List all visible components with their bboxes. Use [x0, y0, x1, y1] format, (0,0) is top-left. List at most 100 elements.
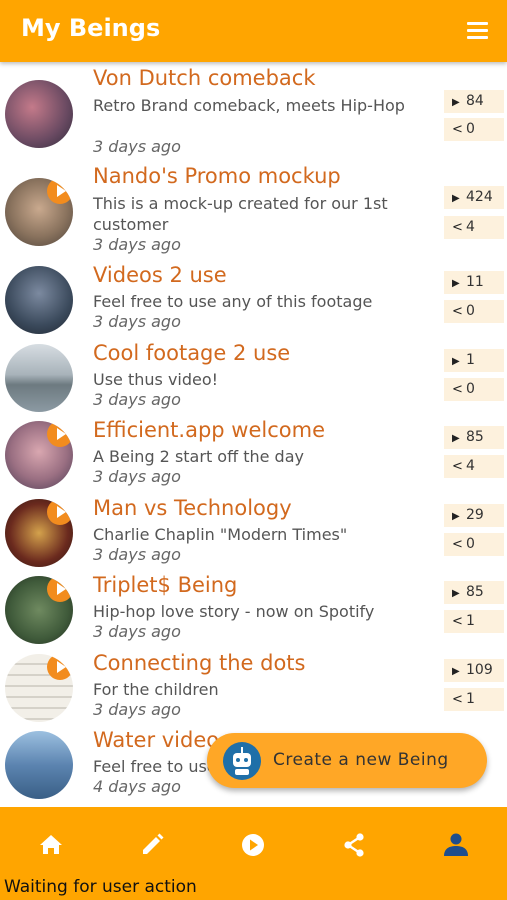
being-time: 3 days ago: [93, 235, 181, 254]
being-thumbnail: [5, 266, 73, 334]
views-count: ▶ 29: [444, 504, 504, 527]
being-time: 3 days ago: [93, 137, 181, 156]
being-row[interactable]: Triplet$ Being Hip-hop love story - now …: [0, 573, 507, 650]
views-value: 1: [466, 352, 475, 368]
shares-count: <1: [444, 688, 504, 711]
person-icon: [444, 833, 468, 856]
share-small-icon: <: [452, 382, 463, 397]
being-row[interactable]: Nando's Promo mockup This is a mock-up c…: [0, 164, 507, 254]
views-count: ▶ 84: [444, 90, 504, 113]
being-description: Use thus video!: [93, 370, 219, 389]
being-title[interactable]: Von Dutch comeback: [93, 66, 316, 90]
create-being-label: Create a new Being: [273, 750, 449, 770]
being-thumbnail: [5, 499, 73, 567]
being-description: Retro Brand comeback, meets Hip-Hop: [93, 96, 405, 115]
being-row[interactable]: Cool footage 2 use Use thus video! 3 day…: [0, 341, 507, 418]
being-thumbnail: [5, 80, 73, 148]
play-small-icon: ▶: [452, 511, 460, 522]
being-description: A Being 2 start off the day: [93, 447, 304, 466]
thumbnail-image: [5, 266, 73, 334]
thumbnail-image: [5, 80, 73, 148]
being-row[interactable]: Videos 2 use Feel free to use any of thi…: [0, 263, 507, 340]
nav-share[interactable]: [332, 823, 376, 867]
play-small-icon: ▶: [452, 433, 460, 444]
views-value: 84: [466, 93, 484, 109]
play-small-icon: ▶: [452, 588, 460, 599]
being-description: For the children: [93, 680, 219, 699]
being-title[interactable]: Efficient.app welcome: [93, 418, 325, 442]
shares-value: 0: [466, 381, 475, 397]
video-badge-icon: [47, 178, 73, 204]
robot-body: [235, 769, 249, 775]
shares-count: <4: [444, 455, 504, 478]
being-description: This is a mock-up created for our 1st cu…: [93, 194, 388, 234]
play-small-icon: ▶: [452, 278, 460, 289]
share-small-icon: <: [452, 304, 463, 319]
shares-count: <1: [444, 610, 504, 633]
hamburger-menu-icon[interactable]: [465, 19, 491, 41]
views-value: 109: [466, 662, 493, 678]
being-description: Hip-hop love story - now on Spotify: [93, 602, 375, 621]
being-row[interactable]: Von Dutch comeback Retro Brand comeback,…: [0, 66, 507, 156]
views-value: 424: [466, 189, 493, 205]
play-small-icon: ▶: [452, 193, 460, 204]
being-title[interactable]: Cool footage 2 use: [93, 341, 290, 365]
being-title[interactable]: Nando's Promo mockup: [93, 164, 341, 188]
views-value: 11: [466, 274, 484, 290]
being-row[interactable]: Efficient.app welcome A Being 2 start of…: [0, 418, 507, 495]
being-title[interactable]: Water video: [93, 728, 219, 752]
shares-value: 4: [466, 458, 475, 474]
being-thumbnail: [5, 344, 73, 412]
shares-value: 1: [466, 691, 475, 707]
share-icon: [344, 833, 364, 857]
status-text: Waiting for user action: [4, 877, 197, 897]
being-title[interactable]: Triplet$ Being: [93, 573, 237, 597]
shares-value: 0: [466, 121, 475, 137]
nav-edit[interactable]: [130, 823, 174, 867]
robot-eye: [236, 758, 240, 762]
shares-count: <0: [444, 378, 504, 401]
share-small-icon: <: [452, 537, 463, 552]
views-value: 29: [466, 507, 484, 523]
shares-value: 0: [466, 536, 475, 552]
being-thumbnail: [5, 654, 73, 722]
share-small-icon: <: [452, 122, 463, 137]
being-time: 3 days ago: [93, 700, 181, 719]
play-circle-icon: [242, 834, 264, 856]
being-time: 4 days ago: [93, 777, 181, 796]
thumbnail-image: [5, 344, 73, 412]
being-thumbnail: [5, 576, 73, 644]
views-count: ▶ 85: [444, 426, 504, 449]
nav-play[interactable]: [231, 823, 275, 867]
nav-home[interactable]: [29, 823, 73, 867]
share-small-icon: <: [452, 692, 463, 707]
play-small-icon: ▶: [452, 666, 460, 677]
views-count: ▶ 424: [444, 186, 504, 209]
being-thumbnail: [5, 731, 73, 799]
app-bar: My Beings: [0, 0, 507, 62]
robot-eye: [244, 758, 248, 762]
create-being-button[interactable]: Create a new Being: [207, 733, 487, 788]
being-row[interactable]: Man vs Technology Charlie Chaplin "Moder…: [0, 496, 507, 573]
robot-icon: [223, 742, 261, 780]
views-count: ▶ 85: [444, 581, 504, 604]
being-title[interactable]: Videos 2 use: [93, 263, 227, 287]
being-time: 3 days ago: [93, 622, 181, 641]
share-small-icon: <: [452, 459, 463, 474]
being-title[interactable]: Connecting the dots: [93, 651, 305, 675]
being-description: Charlie Chaplin "Modern Times": [93, 525, 348, 544]
being-row[interactable]: Connecting the dots For the children 3 d…: [0, 651, 507, 728]
being-thumbnail: [5, 178, 73, 246]
nav-profile[interactable]: [434, 823, 478, 867]
app-title: My Beings: [21, 14, 161, 42]
share-small-icon: <: [452, 614, 463, 629]
being-title[interactable]: Man vs Technology: [93, 496, 292, 520]
views-value: 85: [466, 429, 484, 445]
shares-value: 1: [466, 613, 475, 629]
share-small-icon: <: [452, 220, 463, 235]
shares-value: 0: [466, 303, 475, 319]
views-count: ▶ 11: [444, 271, 504, 294]
robot-head: [233, 753, 251, 767]
bottom-nav: Waiting for user action: [0, 807, 507, 900]
pencil-icon: [143, 833, 164, 854]
